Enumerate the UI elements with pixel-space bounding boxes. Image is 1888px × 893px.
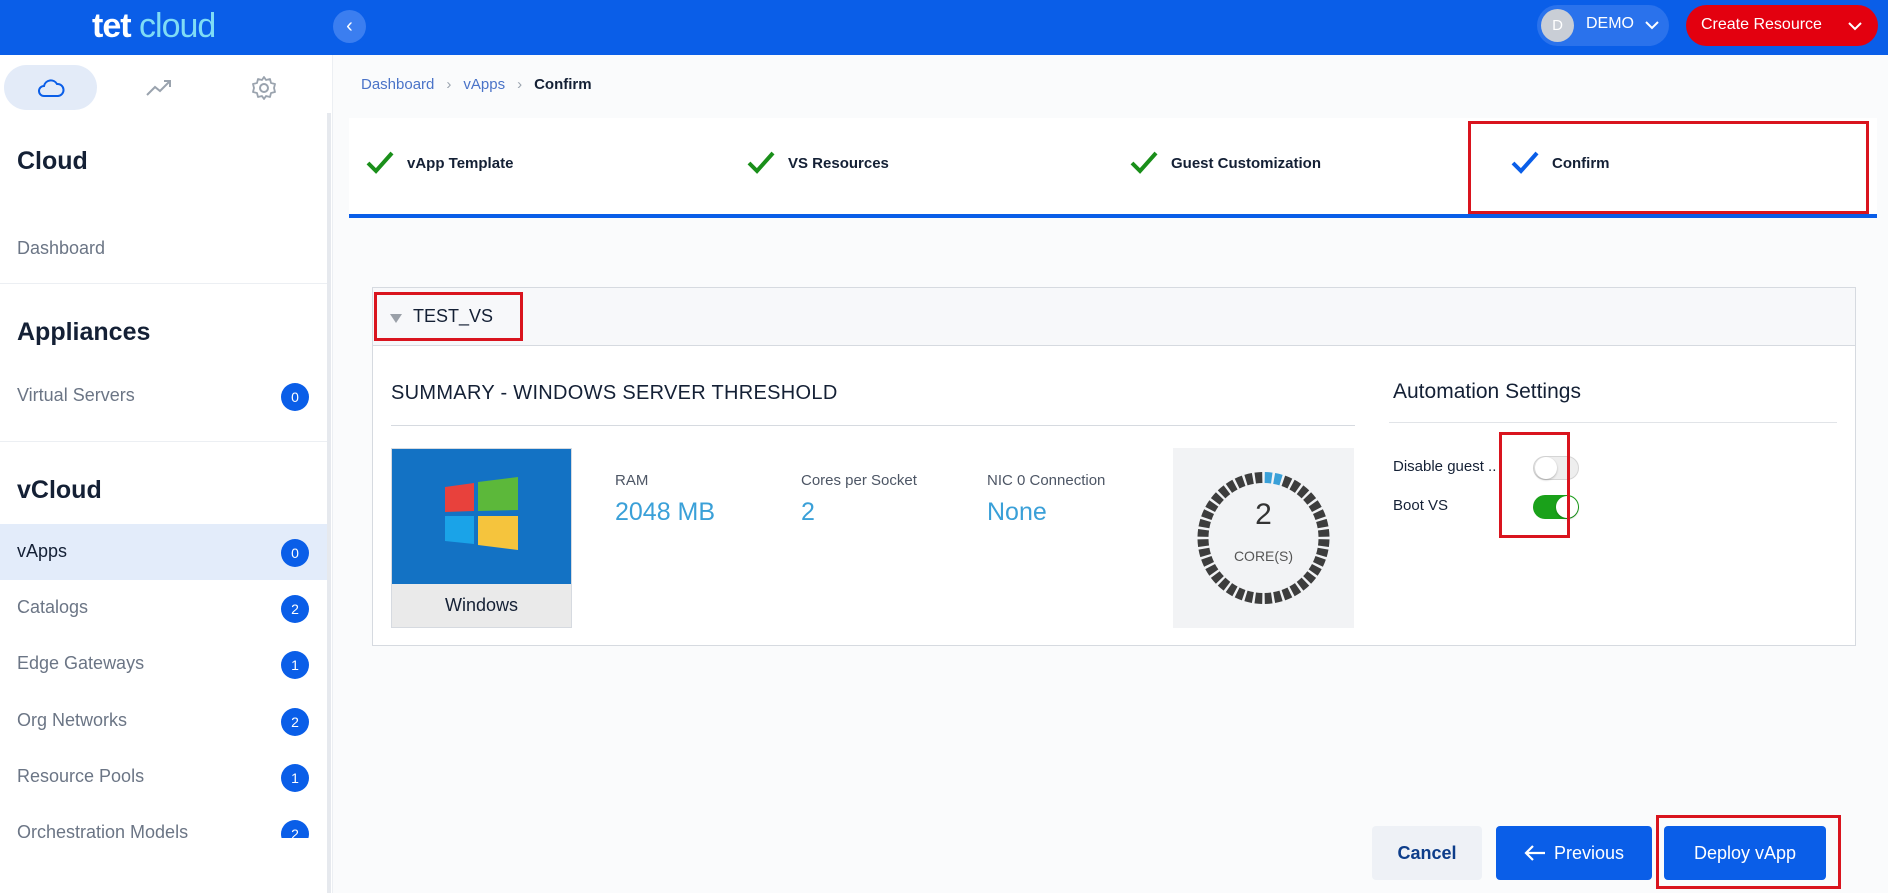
check-icon <box>366 151 394 174</box>
setting-label-disable-guest: Disable guest .. <box>1393 458 1497 475</box>
sidebar-item-orchestration-models[interactable]: Orchestration Models 2 <box>0 805 331 838</box>
gauge-segment <box>1273 473 1283 486</box>
sidebar-item-label: Dashboard <box>17 238 106 258</box>
gauge-segment <box>1264 592 1273 604</box>
spec-cores-per-socket: Cores per Socket 2 <box>801 472 917 526</box>
sidebar-item-label: Org Networks <box>17 710 128 730</box>
divider <box>1389 422 1837 423</box>
count-badge: 0 <box>281 383 309 411</box>
sidebar-item-org-networks[interactable]: Org Networks 2 <box>0 693 331 749</box>
gauge-segment <box>1254 472 1263 484</box>
previous-button[interactable]: Previous <box>1496 826 1652 880</box>
cloud-icon <box>37 78 64 97</box>
sidebar-item-edge-gateways[interactable]: Edge Gateways 1 <box>0 636 331 692</box>
count-badge: 2 <box>281 708 309 736</box>
sidebar-scrollbar[interactable] <box>327 113 331 893</box>
cancel-button[interactable]: Cancel <box>1372 826 1482 880</box>
cores-value: 2 <box>1255 498 1272 531</box>
gauge-segment <box>1281 587 1293 601</box>
sidebar-tabs <box>0 55 332 113</box>
highlight-box <box>374 292 523 341</box>
chevron-right-icon: › <box>517 76 523 93</box>
chevron-left-icon: ‹ <box>346 15 353 37</box>
create-resource-button[interactable]: Create Resource <box>1686 5 1878 46</box>
breadcrumb-dashboard[interactable]: Dashboard <box>361 76 434 93</box>
count-badge: 1 <box>281 764 309 792</box>
count-badge: 0 <box>281 539 309 567</box>
highlight-box <box>1499 432 1570 538</box>
highlight-box <box>1468 121 1869 214</box>
automation-settings-title: Automation Settings <box>1393 380 1581 403</box>
spec-nic-connection: NIC 0 Connection None <box>987 472 1106 526</box>
sidebar-item-catalogs[interactable]: Catalogs 2 <box>0 580 331 636</box>
gauge-segment <box>1197 539 1210 548</box>
sidebar-item-resource-pools[interactable]: Resource Pools 1 <box>0 749 331 805</box>
sidebar-item-label: Catalogs <box>17 597 89 617</box>
gear-icon <box>251 75 276 100</box>
divider <box>391 425 1355 426</box>
count-badge: 2 <box>281 595 309 623</box>
section-title-vcloud: vCloud <box>17 476 102 504</box>
trending-up-icon <box>145 79 171 96</box>
cores-label: CORE(S) <box>1233 548 1294 564</box>
breadcrumb-vapps[interactable]: vApps <box>463 76 505 93</box>
chevron-down-icon <box>1645 21 1659 30</box>
top-bar: tet cloud ‹ D DEMO Create Resource <box>0 0 1888 55</box>
sidebar-item-label: Resource Pools <box>17 766 145 786</box>
tab-settings[interactable] <box>217 65 310 110</box>
section-title-appliances: Appliances <box>17 318 151 346</box>
gauge-segment <box>1281 475 1293 489</box>
gauge-segment <box>1244 473 1254 486</box>
breadcrumb-current: Confirm <box>534 76 592 93</box>
avatar: D <box>1541 9 1574 42</box>
cores-ring <box>1197 472 1330 604</box>
user-name: DEMO <box>1586 15 1634 32</box>
vs-panel-header[interactable]: TEST_VS <box>373 288 1855 346</box>
gauge-segment <box>1273 590 1283 603</box>
setting-label-boot-vs: Boot VS <box>1393 497 1449 514</box>
tab-cloud[interactable] <box>4 65 97 110</box>
check-icon <box>1130 151 1158 174</box>
sidebar: Cloud Dashboard Appliances Virtual Serve… <box>0 55 333 893</box>
sidebar-item-label: Edge Gateways <box>17 653 145 673</box>
count-badge: 2 <box>281 820 309 838</box>
gauge-segment <box>1244 590 1254 603</box>
chevron-right-icon: › <box>446 76 452 93</box>
summary-title: SUMMARY - WINDOWS SERVER THRESHOLD <box>391 382 838 404</box>
vs-panel: TEST_VS SUMMARY - WINDOWS SERVER THRESHO… <box>372 287 1856 646</box>
app-logo[interactable]: tet cloud <box>92 4 216 48</box>
tab-analytics[interactable] <box>112 65 205 110</box>
count-badge: 1 <box>281 651 309 679</box>
gauge-segment <box>1264 472 1273 484</box>
highlight-box <box>1656 815 1841 889</box>
chevron-down-icon <box>1848 22 1862 31</box>
spec-ram: RAM 2048 MB <box>615 472 716 526</box>
divider <box>0 283 327 284</box>
gauge-segment <box>1234 475 1246 489</box>
divider <box>0 441 327 442</box>
windows-logo-icon <box>392 449 571 584</box>
gauge-segment <box>1317 539 1330 548</box>
section-title-cloud: Cloud <box>17 147 88 175</box>
os-name: Windows <box>444 595 519 615</box>
breadcrumb: Dashboard › vApps › Confirm <box>361 76 592 93</box>
gauge-segment <box>1254 592 1263 604</box>
sidebar-item-label: Orchestration Models <box>17 822 189 838</box>
sidebar-item-dashboard[interactable]: Dashboard <box>0 221 331 273</box>
sidebar-item-label: Virtual Servers <box>17 385 135 405</box>
sidebar-item-virtual-servers[interactable]: Virtual Servers 0 <box>0 368 331 424</box>
os-card: Windows <box>391 448 572 628</box>
check-icon <box>747 151 775 174</box>
sidebar-item-label: vApps <box>17 541 68 561</box>
gauge-segment <box>1234 587 1246 601</box>
sidebar-item-vapps[interactable]: vApps 0 <box>0 524 331 580</box>
cores-gauge: 2 CORE(S) <box>1173 448 1354 628</box>
sidebar-collapse-button[interactable]: ‹ <box>333 10 366 43</box>
arrow-left-icon <box>1524 845 1545 861</box>
